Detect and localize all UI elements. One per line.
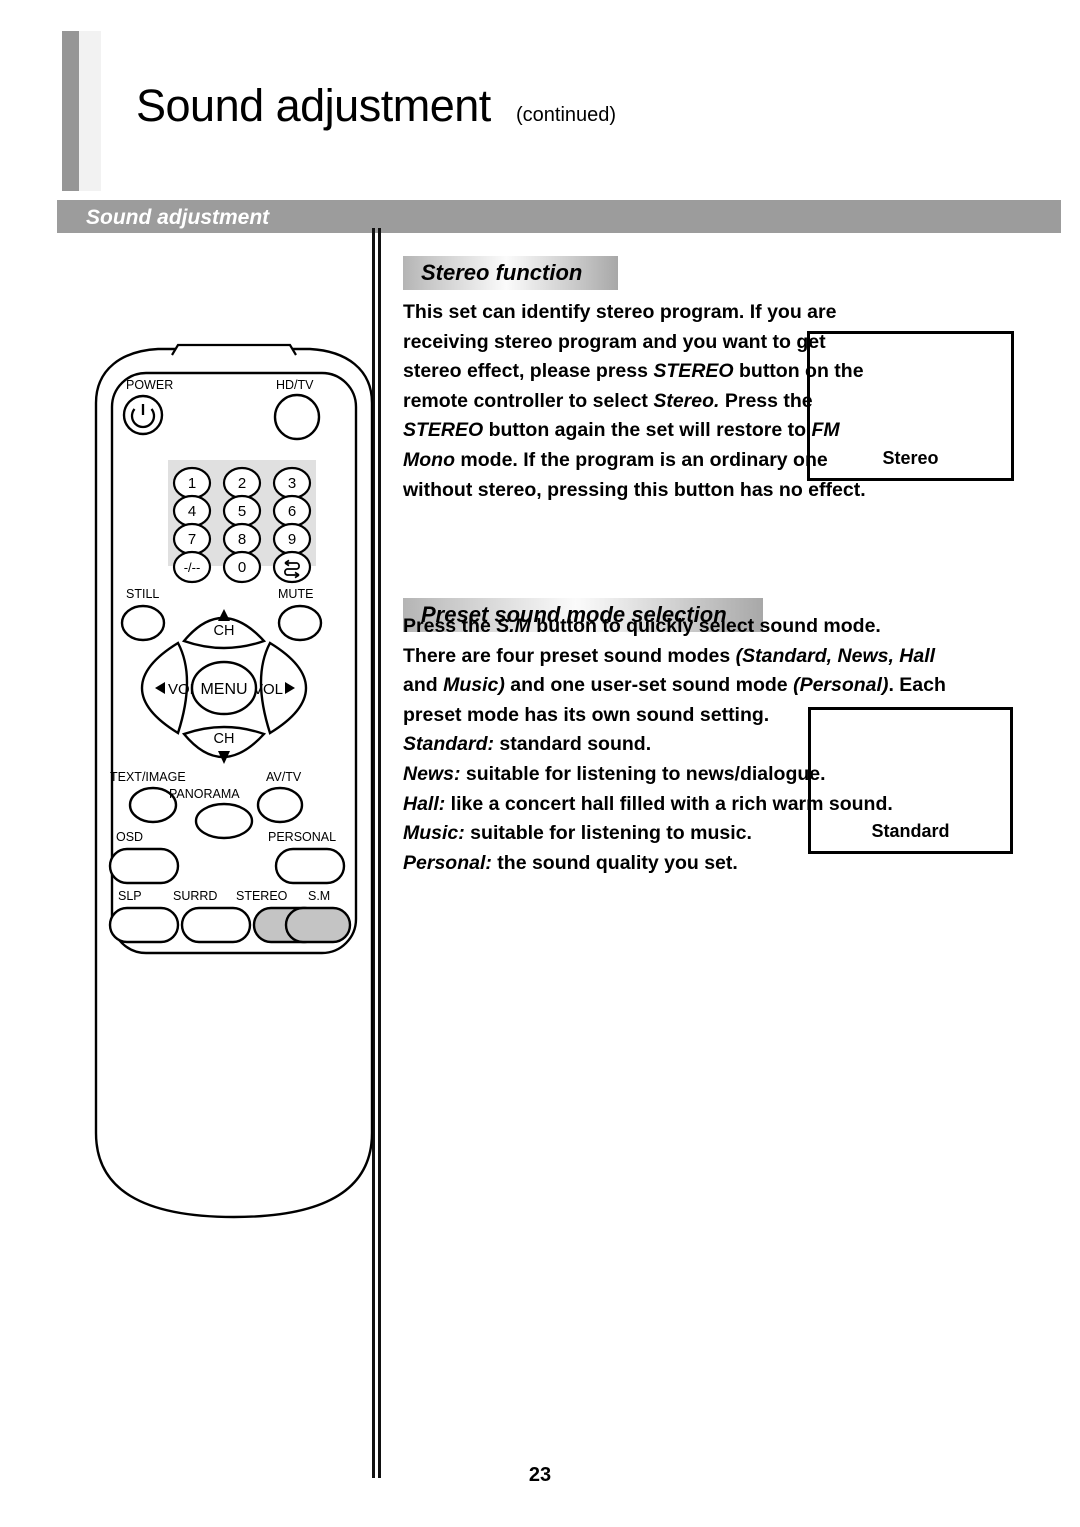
remote-control-svg: POWER HD/TV 1 2 3 4 5 6 7 8 9 -/-- 0 STI… [94,343,374,1219]
channel-down-label: CH [214,731,235,747]
remote-control-illustration: POWER HD/TV 1 2 3 4 5 6 7 8 9 -/-- 0 STI… [88,343,380,1223]
power-button-label: POWER [126,378,173,392]
surrd-button[interactable] [180,906,252,944]
key-4-label: 4 [188,503,196,520]
stereo-osd-illustration: Stereo [807,331,1014,481]
key-1-label: 1 [188,475,196,492]
mute-button[interactable] [277,604,323,642]
still-button-label: STILL [126,587,159,601]
hdtv-button-label: HD/TV [276,378,314,392]
still-button[interactable] [120,604,166,642]
panorama-button[interactable] [194,802,254,840]
surrd-button-label: SURRD [173,889,217,903]
key-6-label: 6 [288,503,296,520]
subheading-stereo-function-label: Stereo function [421,260,583,285]
standard-osd-illustration: Standard [808,707,1013,854]
stereo-function-body-text: This set can identify stereo program. If… [403,301,869,501]
key-2-label: 2 [238,475,246,492]
mute-button-label: MUTE [278,587,313,601]
key-5-label: 5 [238,503,246,520]
key-recall[interactable] [272,550,312,584]
panorama-button-label: PANORAMA [169,787,240,801]
channel-up-label: CH [214,623,235,639]
volume-up-label: VOL [253,681,283,698]
key-8-label: 8 [238,531,246,548]
page-title: Sound adjustment [136,80,491,131]
sm-button-label: S.M [308,889,330,903]
personal-button-label: PERSONAL [268,830,336,844]
key-9-label: 9 [288,531,296,548]
text-image-button-label: TEXT/IMAGE [110,770,186,784]
slp-button[interactable] [108,906,180,944]
hdtv-button[interactable] [273,393,321,441]
recall-icon [284,559,300,579]
avtv-button-label: AV/TV [266,770,302,784]
key-0-label: 0 [238,559,246,576]
osd-button[interactable] [108,847,180,885]
menu-label: MENU [200,681,247,698]
key-3-label: 3 [288,475,296,492]
personal-button[interactable] [274,847,346,885]
page-title-continued: (continued) [516,104,617,126]
key-7-label: 7 [188,531,196,548]
page-number: 23 [528,1464,552,1486]
header-accent-bar-dark [62,31,79,191]
osd-button-label: OSD [116,830,143,844]
subheading-stereo-function: Stereo function [403,256,618,290]
ir-emitter-notch [171,343,297,356]
stereo-osd-label: Stereo [882,448,939,468]
section-bar-label: Sound adjustment [86,206,270,229]
manual-page: Sound adjustment (continued) Sound adjus… [0,0,1080,1527]
standard-osd-label: Standard [871,821,950,841]
sm-button[interactable] [284,906,352,944]
avtv-button[interactable] [256,786,304,824]
key-dash-label: -/-- [184,560,201,575]
header-accent-bar-light [79,31,101,191]
stereo-button-label: STEREO [236,889,288,903]
slp-button-label: SLP [118,889,142,903]
